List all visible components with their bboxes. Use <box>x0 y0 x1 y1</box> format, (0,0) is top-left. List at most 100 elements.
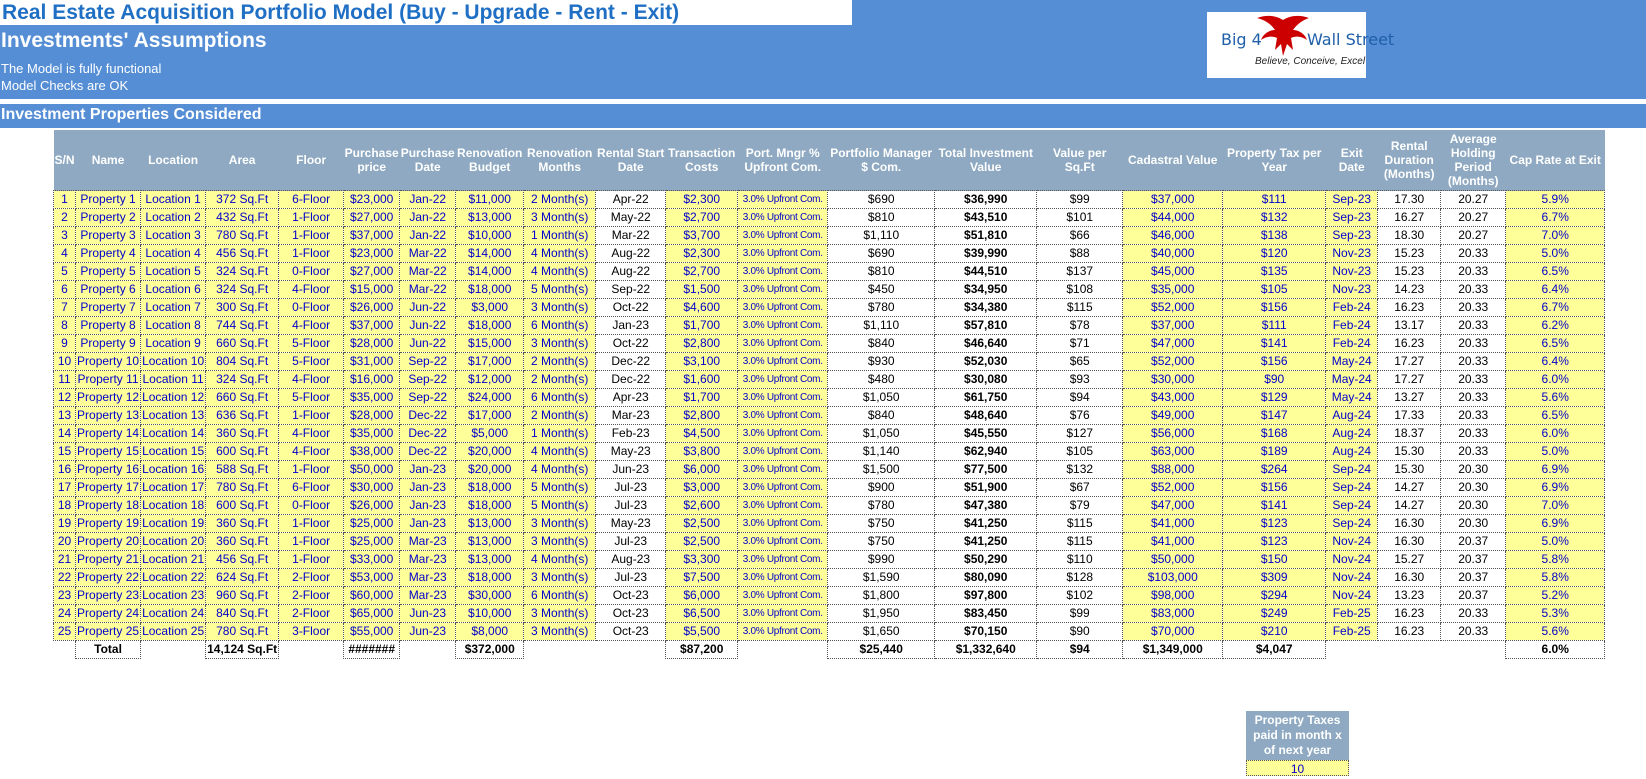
table-cell[interactable]: 5.0% <box>1505 442 1606 461</box>
table-cell[interactable]: $60,000 <box>343 586 401 605</box>
table-cell[interactable]: 24 <box>52 604 77 623</box>
table-cell[interactable]: 804 Sq.Ft <box>205 352 280 371</box>
table-cell[interactable]: Sep-23 <box>1325 226 1379 245</box>
table-cell[interactable]: $18,000 <box>455 280 525 299</box>
table-cell[interactable]: 432 Sq.Ft <box>205 208 280 227</box>
table-cell[interactable]: 6.9% <box>1505 514 1606 533</box>
table-cell[interactable]: 5 Month(s) <box>523 478 597 497</box>
table-cell[interactable]: $2,300 <box>665 190 739 209</box>
table-cell[interactable]: $65,000 <box>343 604 401 623</box>
table-cell[interactable]: 5.0% <box>1505 532 1606 551</box>
table-cell[interactable]: 780 Sq.Ft <box>205 622 280 641</box>
table-cell[interactable]: Location 25 <box>140 622 207 641</box>
table-cell[interactable]: 10 <box>52 352 77 371</box>
table-cell[interactable]: $3,000 <box>665 478 739 497</box>
table-cell[interactable]: $52,000 <box>1122 352 1224 371</box>
table-cell[interactable]: $52,000 <box>1122 298 1224 317</box>
table-cell[interactable]: $16,000 <box>343 370 401 389</box>
table-cell[interactable]: 1 <box>52 190 77 209</box>
table-cell[interactable]: 4 Month(s) <box>523 244 597 263</box>
table-cell[interactable]: Nov-23 <box>1325 280 1379 299</box>
table-cell[interactable]: May-24 <box>1325 388 1379 407</box>
table-cell[interactable]: 6.9% <box>1505 478 1606 497</box>
table-cell[interactable]: $70,000 <box>1122 622 1224 641</box>
table-cell[interactable]: $37,000 <box>343 226 401 245</box>
table-cell[interactable]: Mar-22 <box>399 262 457 281</box>
table-cell[interactable]: Mar-22 <box>399 280 457 299</box>
table-cell[interactable]: $14,000 <box>455 244 525 263</box>
table-cell[interactable]: Property 7 <box>75 298 142 317</box>
table-cell[interactable]: Property 21 <box>75 550 142 569</box>
table-cell[interactable]: Property 17 <box>75 478 142 497</box>
table-cell[interactable]: 6.5% <box>1505 334 1606 353</box>
table-cell[interactable]: $210 <box>1222 622 1327 641</box>
table-cell[interactable]: $4,600 <box>665 298 739 317</box>
table-cell[interactable]: $18,000 <box>455 568 525 587</box>
table-cell[interactable]: 2-Floor <box>278 586 345 605</box>
table-cell[interactable]: Jan-23 <box>399 460 457 479</box>
table-cell[interactable]: 5 Month(s) <box>523 496 597 515</box>
table-cell[interactable]: Jan-23 <box>399 514 457 533</box>
table-cell[interactable]: Mar-23 <box>399 532 457 551</box>
table-cell[interactable]: $23,000 <box>343 244 401 263</box>
table-cell[interactable]: Mar-23 <box>399 568 457 587</box>
table-cell[interactable]: $138 <box>1222 226 1327 245</box>
table-cell[interactable]: 3.0% Upfront Com. <box>737 622 829 641</box>
table-cell[interactable]: Location 4 <box>140 244 207 263</box>
table-cell[interactable]: Location 16 <box>140 460 207 479</box>
table-cell[interactable]: 1-Floor <box>278 532 345 551</box>
table-cell[interactable]: Property 5 <box>75 262 142 281</box>
table-cell[interactable]: 7.0% <box>1505 226 1606 245</box>
table-cell[interactable]: 3.0% Upfront Com. <box>737 586 829 605</box>
table-cell[interactable]: Mar-22 <box>399 244 457 263</box>
table-cell[interactable]: $30,000 <box>455 586 525 605</box>
table-cell[interactable]: 5.8% <box>1505 568 1606 587</box>
table-cell[interactable]: $50,000 <box>1122 550 1224 569</box>
table-cell[interactable]: $123 <box>1222 514 1327 533</box>
table-cell[interactable]: 16 <box>52 460 77 479</box>
table-cell[interactable]: Nov-24 <box>1325 532 1379 551</box>
table-cell[interactable]: Feb-24 <box>1325 316 1379 335</box>
table-cell[interactable]: 3.0% Upfront Com. <box>737 244 829 263</box>
table-cell[interactable]: 5.9% <box>1505 190 1606 209</box>
table-cell[interactable]: 3 Month(s) <box>523 334 597 353</box>
table-cell[interactable]: Location 14 <box>140 424 207 443</box>
table-cell[interactable]: 22 <box>52 568 77 587</box>
table-cell[interactable]: 0-Floor <box>278 496 345 515</box>
table-cell[interactable]: Sep-23 <box>1325 190 1379 209</box>
table-cell[interactable]: Sep-24 <box>1325 478 1379 497</box>
table-cell[interactable]: Sep-24 <box>1325 496 1379 515</box>
table-cell[interactable]: 3.0% Upfront Com. <box>737 406 829 425</box>
table-cell[interactable]: $35,000 <box>1122 280 1224 299</box>
table-cell[interactable]: 1-Floor <box>278 550 345 569</box>
table-cell[interactable]: $38,000 <box>343 442 401 461</box>
table-cell[interactable]: $40,000 <box>1122 244 1224 263</box>
table-cell[interactable]: $2,700 <box>665 208 739 227</box>
table-cell[interactable]: 3.0% Upfront Com. <box>737 190 829 209</box>
table-cell[interactable]: $2,800 <box>665 334 739 353</box>
table-cell[interactable]: Property 10 <box>75 352 142 371</box>
table-cell[interactable]: $52,000 <box>1122 478 1224 497</box>
table-cell[interactable]: $37,000 <box>1122 190 1224 209</box>
table-cell[interactable]: 6.7% <box>1505 298 1606 317</box>
table-cell[interactable]: $30,000 <box>1122 370 1224 389</box>
table-cell[interactable]: $105 <box>1222 280 1327 299</box>
table-cell[interactable]: $10,000 <box>455 226 525 245</box>
table-cell[interactable]: Sep-23 <box>1325 208 1379 227</box>
table-cell[interactable]: Location 17 <box>140 478 207 497</box>
table-cell[interactable]: 3.0% Upfront Com. <box>737 604 829 623</box>
table-cell[interactable]: $4,500 <box>665 424 739 443</box>
table-cell[interactable]: Jan-22 <box>399 208 457 227</box>
table-cell[interactable]: $47,000 <box>1122 496 1224 515</box>
table-cell[interactable]: 5 Month(s) <box>523 280 597 299</box>
table-cell[interactable]: Property 23 <box>75 586 142 605</box>
table-cell[interactable]: Location 6 <box>140 280 207 299</box>
table-cell[interactable]: Jan-23 <box>399 478 457 497</box>
table-cell[interactable]: $98,000 <box>1122 586 1224 605</box>
table-cell[interactable]: $20,000 <box>455 442 525 461</box>
table-cell[interactable]: 324 Sq.Ft <box>205 262 280 281</box>
table-cell[interactable]: $41,000 <box>1122 532 1224 551</box>
table-cell[interactable]: 3 <box>52 226 77 245</box>
table-cell[interactable]: 4 Month(s) <box>523 442 597 461</box>
table-cell[interactable]: $28,000 <box>343 406 401 425</box>
